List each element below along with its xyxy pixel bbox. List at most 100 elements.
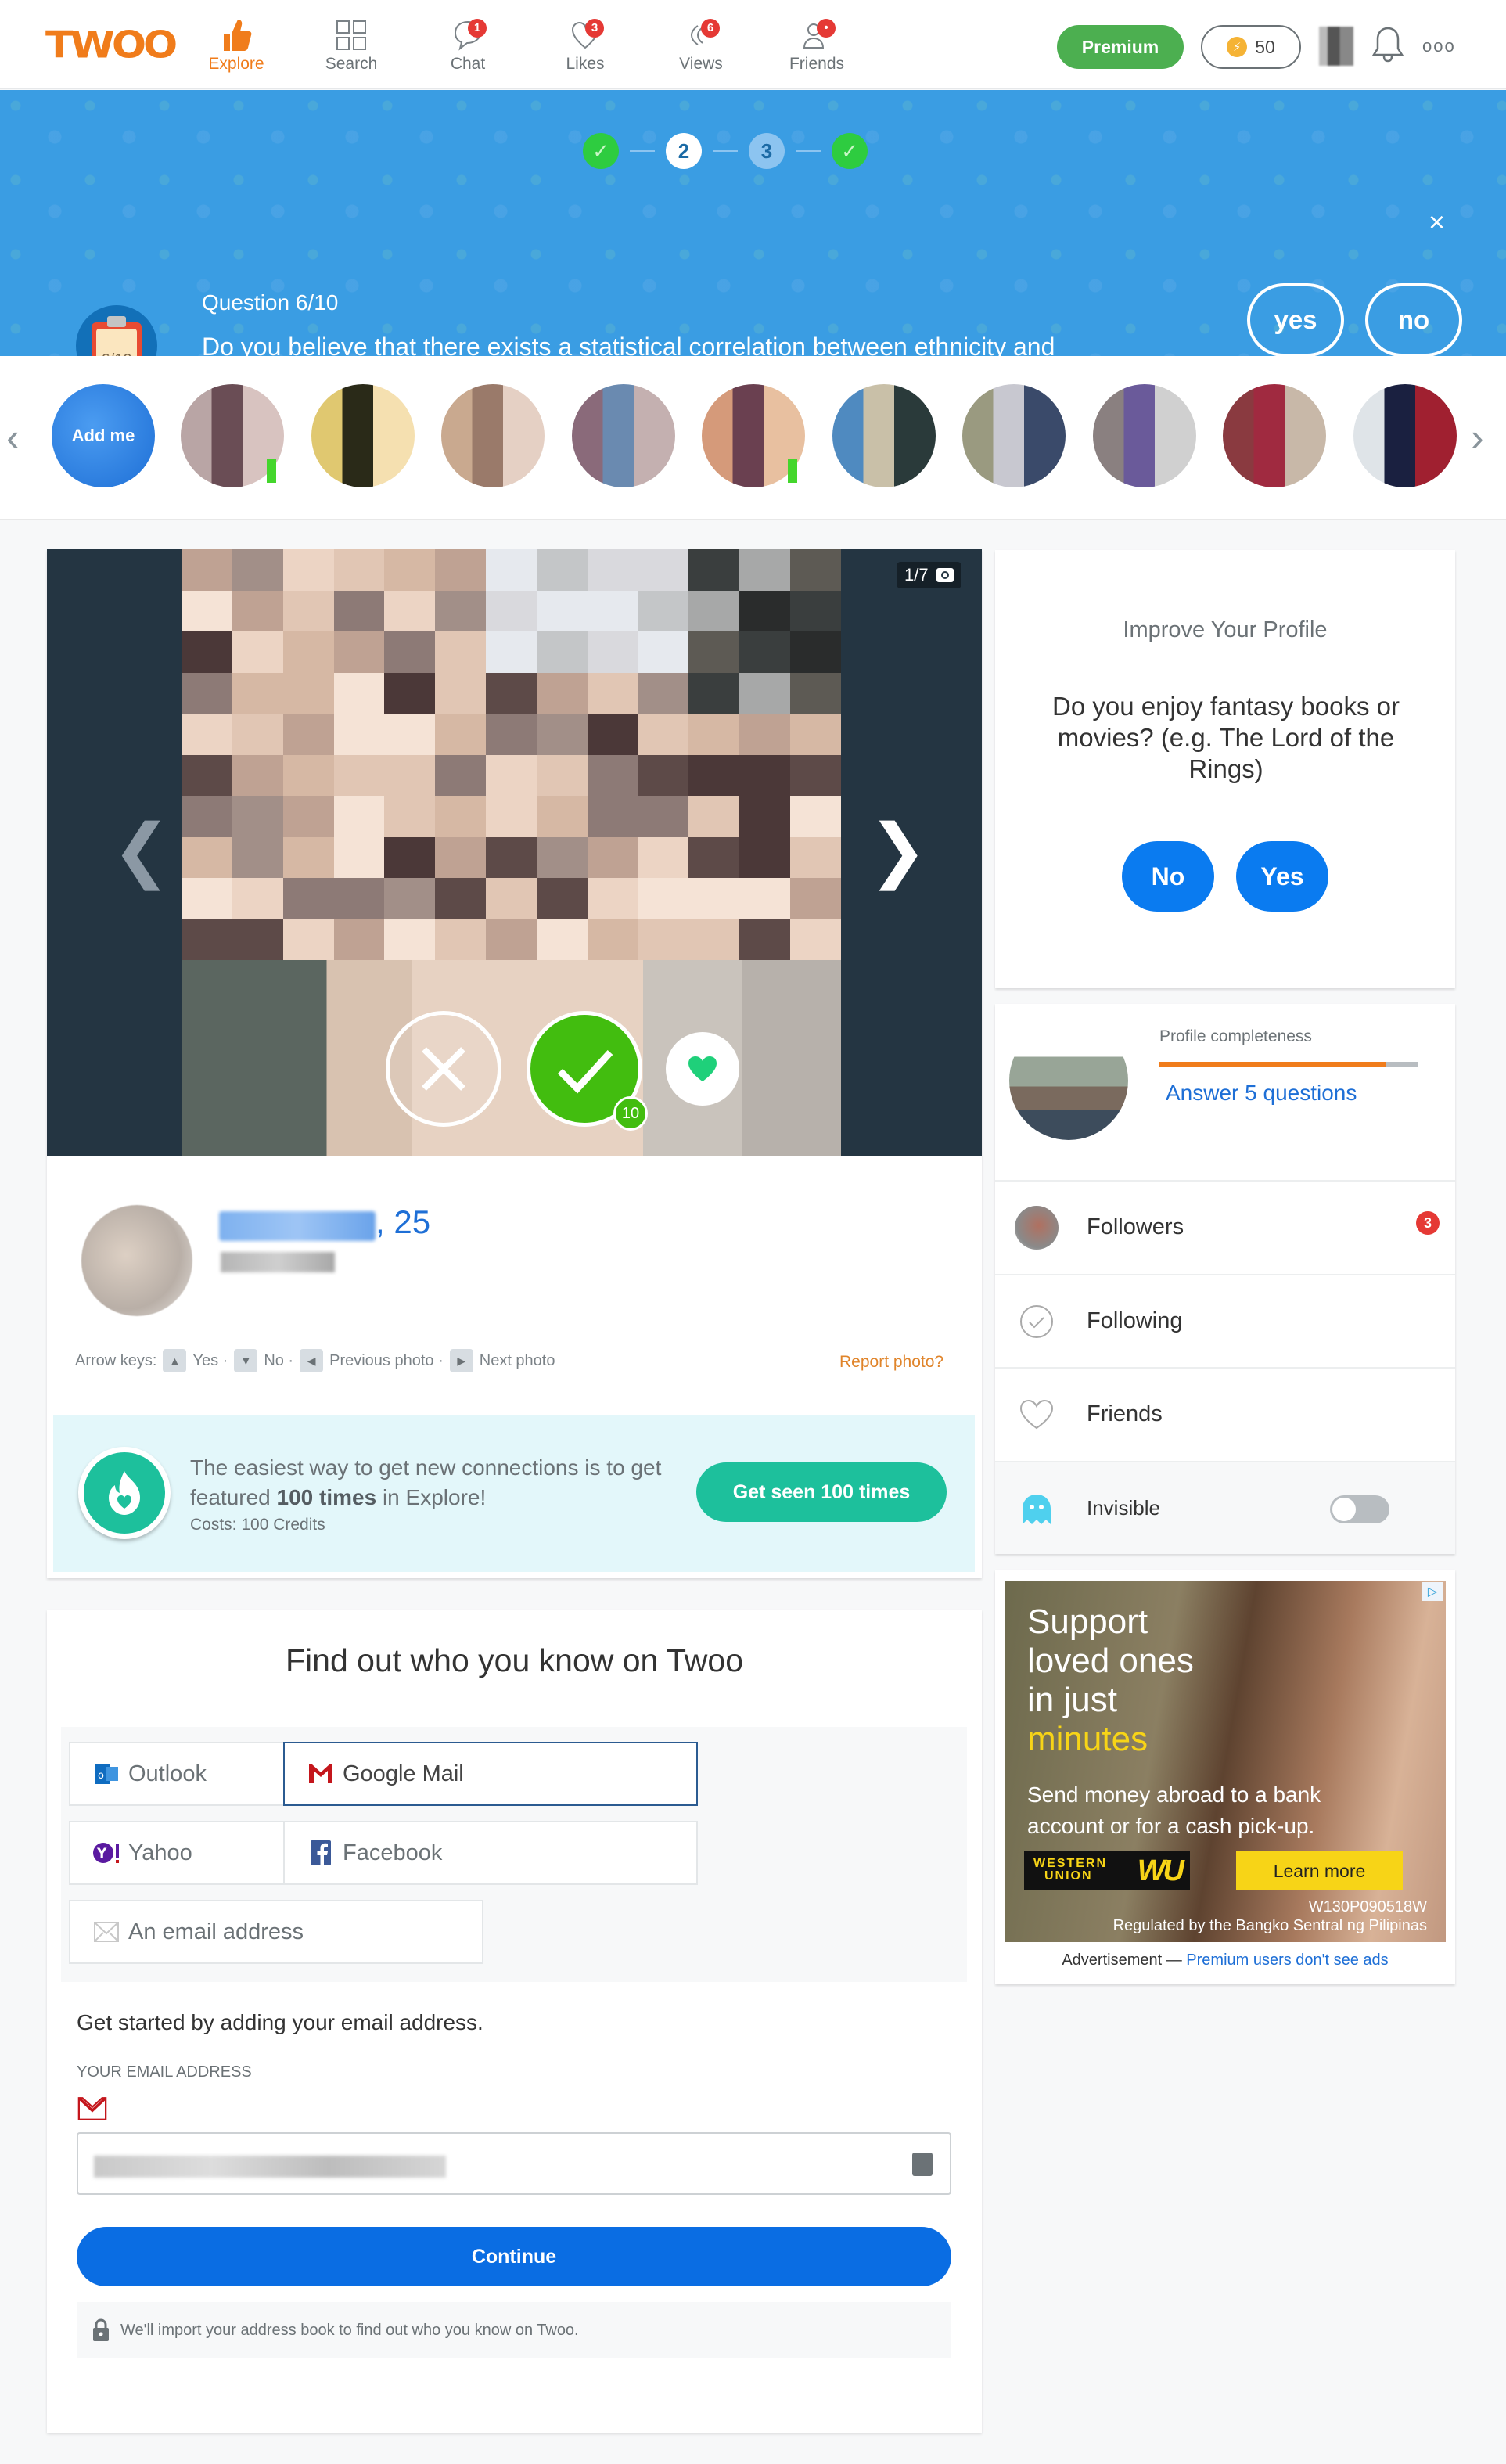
story-avatar[interactable] bbox=[571, 384, 675, 487]
story-avatar[interactable] bbox=[962, 384, 1066, 487]
photo-pixel bbox=[182, 672, 232, 714]
people-carousel: ‹ Add me › bbox=[0, 356, 1506, 520]
photo-pixel bbox=[739, 590, 791, 631]
photo-pixel bbox=[384, 878, 436, 919]
keyboard-shortcuts-hint: Arrow keys: ▲ Yes · ▼ No · ◀ Previous ph… bbox=[75, 1349, 555, 1372]
dislike-button[interactable] bbox=[386, 1011, 501, 1127]
nav-explore-label: Explore bbox=[208, 55, 264, 73]
photo-pixel bbox=[587, 919, 638, 960]
invisible-toggle[interactable] bbox=[1330, 1495, 1389, 1523]
user-avatar[interactable] bbox=[1319, 27, 1353, 66]
password-manager-icon[interactable] bbox=[912, 2153, 933, 2176]
story-avatar[interactable] bbox=[1092, 384, 1196, 487]
friends-label: Friends bbox=[1087, 1401, 1163, 1426]
add-me-button[interactable]: Add me bbox=[52, 384, 155, 487]
photo-pixel bbox=[282, 919, 334, 960]
continue-button[interactable]: Continue bbox=[77, 2227, 951, 2286]
top-navigation: TWOO Explore Search 1 Chat 3 Likes 6 Vie… bbox=[0, 0, 1506, 89]
photo-pixel bbox=[790, 714, 841, 755]
ad-regulation: Regulated by the Bangko Sentral ng Pilip… bbox=[1112, 1917, 1427, 1934]
profile-completeness-fill bbox=[1159, 1062, 1387, 1067]
premium-button[interactable]: Premium bbox=[1057, 25, 1184, 69]
photo-pixel bbox=[587, 754, 638, 796]
flame-heart-icon bbox=[78, 1447, 171, 1539]
photo-pixel bbox=[486, 631, 537, 673]
photo-pixel bbox=[384, 672, 436, 714]
provider-google-mail[interactable]: Google Mail bbox=[283, 1742, 698, 1806]
photo-pixel bbox=[688, 836, 740, 878]
next-photo-icon[interactable]: ❯ bbox=[868, 815, 927, 886]
twoo-logo[interactable]: TWOO bbox=[45, 24, 178, 67]
step-connector bbox=[796, 150, 821, 152]
improve-no-button[interactable]: No bbox=[1122, 841, 1214, 912]
adchoices-icon[interactable]: ▷ bbox=[1422, 1582, 1443, 1601]
key-prev-label: Previous photo · bbox=[329, 1351, 444, 1369]
photo-pixel bbox=[739, 878, 791, 919]
outlook-icon: o bbox=[92, 1760, 120, 1788]
photo-pixel bbox=[638, 590, 689, 631]
arrow-down-key-icon: ▼ bbox=[234, 1349, 258, 1372]
premium-no-ads-link[interactable]: Premium users don't see ads bbox=[1186, 1951, 1388, 1969]
story-avatar[interactable] bbox=[1223, 384, 1326, 487]
carousel-prev-icon[interactable]: ‹ bbox=[6, 415, 20, 460]
step-connector bbox=[630, 150, 655, 152]
nav-views[interactable]: 6 Views bbox=[654, 17, 748, 74]
thumbs-up-icon bbox=[189, 17, 283, 53]
online-indicator bbox=[267, 459, 276, 483]
favorite-button[interactable] bbox=[666, 1032, 739, 1106]
answer-no-button[interactable]: no bbox=[1365, 283, 1462, 356]
menu-following[interactable]: Following bbox=[995, 1274, 1455, 1367]
find-contacts-title: Find out who you know on Twoo bbox=[286, 1642, 743, 1678]
photo-pixel bbox=[486, 672, 537, 714]
photo-pixel bbox=[384, 919, 436, 960]
photo-pixel bbox=[638, 919, 689, 960]
provider-outlook-label: Outlook bbox=[128, 1761, 207, 1786]
menu-friends[interactable]: Friends bbox=[995, 1367, 1455, 1460]
ad-learn-more-button[interactable]: Learn more bbox=[1236, 1851, 1403, 1890]
carousel-next-icon[interactable]: › bbox=[1471, 415, 1484, 460]
nav-search-label: Search bbox=[325, 55, 378, 73]
answer-questions-link[interactable]: Answer 5 questions bbox=[1166, 1081, 1357, 1106]
provider-email-address[interactable]: An email address bbox=[69, 1900, 483, 1964]
report-photo-link[interactable]: Report photo? bbox=[839, 1353, 943, 1372]
get-seen-button[interactable]: Get seen 100 times bbox=[696, 1462, 947, 1522]
story-avatar[interactable] bbox=[311, 384, 415, 487]
my-profile-photo[interactable] bbox=[1009, 1021, 1128, 1140]
photo-pixel bbox=[790, 672, 841, 714]
nav-explore[interactable]: Explore bbox=[189, 17, 283, 74]
credits-button[interactable]: ⚡ 50 bbox=[1201, 25, 1301, 69]
photo-pixel bbox=[790, 631, 841, 673]
privacy-note-text: We'll import your address book to find o… bbox=[120, 2321, 579, 2339]
nav-search[interactable]: Search bbox=[304, 17, 398, 74]
notifications-bell-icon[interactable] bbox=[1371, 25, 1405, 70]
step-2-current: 2 bbox=[666, 133, 702, 169]
nav-chat[interactable]: 1 Chat bbox=[421, 17, 515, 74]
like-button[interactable]: 10 bbox=[527, 1011, 648, 1131]
photo-pixel bbox=[435, 631, 487, 673]
email-input[interactable] bbox=[77, 2132, 951, 2195]
photo-pixel bbox=[536, 878, 588, 919]
improve-yes-button[interactable]: Yes bbox=[1236, 841, 1328, 912]
email-field-label: YOUR EMAIL ADDRESS bbox=[77, 2063, 252, 2081]
nav-chat-label: Chat bbox=[450, 55, 486, 73]
nav-views-label: Views bbox=[679, 55, 723, 73]
story-avatar[interactable] bbox=[1353, 384, 1457, 487]
photo-pixel bbox=[688, 796, 740, 837]
profile-avatar[interactable] bbox=[81, 1205, 192, 1316]
nav-likes[interactable]: 3 Likes bbox=[538, 17, 632, 74]
answer-yes-button[interactable]: yes bbox=[1247, 283, 1344, 356]
photo-pixel bbox=[638, 714, 689, 755]
ad-banner[interactable]: Support loved ones in just minutes Send … bbox=[1005, 1581, 1446, 1942]
previous-photo-icon[interactable]: ❮ bbox=[112, 815, 171, 886]
menu-followers[interactable]: Followers 3 bbox=[995, 1180, 1455, 1273]
advertisement-card: Support loved ones in just minutes Send … bbox=[995, 1570, 1455, 1984]
profile-name-redacted[interactable] bbox=[219, 1211, 376, 1241]
story-avatar[interactable] bbox=[441, 384, 545, 487]
photo-pixel bbox=[232, 796, 283, 837]
provider-facebook[interactable]: Facebook bbox=[283, 1821, 698, 1885]
nav-friends[interactable]: • Friends bbox=[770, 17, 864, 74]
more-menu-icon[interactable]: ooo bbox=[1422, 36, 1456, 56]
story-avatar[interactable] bbox=[832, 384, 936, 487]
question-text: Do you believe that there exists a stati… bbox=[202, 333, 1055, 356]
close-banner-icon[interactable]: × bbox=[1429, 206, 1445, 239]
